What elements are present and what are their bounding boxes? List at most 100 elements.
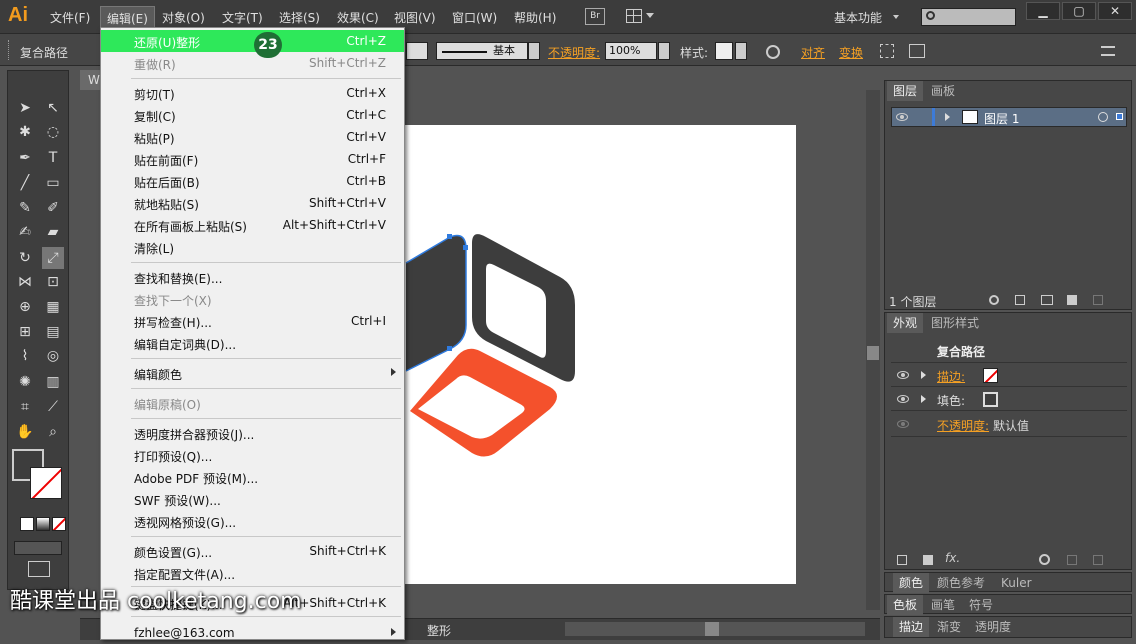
artboard-tool-icon[interactable]: ⌗ [14,396,36,418]
gradient-mode-icon[interactable] [36,517,50,531]
menu-item-assign-profile[interactable]: 指定配置文件(A)... [101,562,404,584]
tab-brushes[interactable]: 画笔 [925,595,961,615]
stroke-color-swatch[interactable] [30,467,62,499]
magic-wand-icon[interactable]: ✱ [14,121,36,143]
isolate-icon[interactable] [880,44,894,58]
workspace-switcher[interactable]: 基本功能 [834,9,882,26]
chevron-down-icon[interactable] [646,13,654,18]
tab-color[interactable]: 颜色 [893,573,930,593]
new-stroke-icon[interactable] [897,555,907,565]
eye-icon[interactable] [897,371,909,379]
tab-symbols[interactable]: 符号 [963,595,999,615]
stroke-label[interactable]: 描边: [937,368,965,385]
panel-menu-icon[interactable] [1101,46,1115,56]
rectangle-tool-icon[interactable]: ▭ [42,172,64,194]
blend-tool-icon[interactable]: ◎ [42,345,64,367]
opacity-input[interactable]: 100% [605,42,657,60]
eye-icon[interactable] [897,395,909,403]
maximize-button[interactable]: ▢ [1062,2,1096,20]
tab-graphic-styles[interactable]: 图形样式 [925,313,985,333]
rotate-tool-icon[interactable]: ↻ [14,247,36,269]
menu-item-paste[interactable]: 粘贴(P) Ctrl+V [101,126,404,148]
fill-swatch[interactable] [983,392,998,407]
menu-item-cut[interactable]: 剪切(T) Ctrl+X [101,82,404,104]
target-icon[interactable] [1098,112,1108,122]
menu-type[interactable]: 文字(T) [222,9,263,26]
anchor-point[interactable] [447,346,452,351]
menu-item-edit-original[interactable]: 编辑原稿(O) [101,392,404,414]
clear-appearance-icon[interactable] [1039,554,1050,565]
menu-item-perspective-presets[interactable]: 透视网格预设(G)... [101,510,404,532]
menu-select[interactable]: 选择(S) [279,9,320,26]
arrange-icon[interactable] [909,44,925,58]
chevron-down-icon[interactable] [658,42,670,60]
minimize-button[interactable]: ▁ [1026,2,1060,20]
stroke-weight-field[interactable] [406,42,428,60]
menu-item-edit-colors[interactable]: 编辑颜色 [101,362,404,384]
arrange-docs-icon[interactable] [626,9,642,23]
chevron-down-icon[interactable] [528,42,540,60]
new-fill-icon[interactable] [923,555,933,565]
transform-link[interactable]: 变换 [839,44,863,61]
menu-item-paste-all-artboards[interactable]: 在所有画板上粘贴(S) Alt+Shift+Ctrl+V [101,214,404,236]
tab-stroke[interactable]: 描边 [893,617,930,637]
tab-layers[interactable]: 图层 [887,81,924,101]
stroke-swatch[interactable] [983,368,998,383]
slice-tool-icon[interactable]: ⟋ [42,396,64,418]
screen-mode-icon[interactable] [28,561,50,577]
shape-left-face[interactable] [406,235,466,372]
style-swatch[interactable] [715,42,733,60]
new-sublayer-icon[interactable] [1041,295,1053,305]
new-layer-icon[interactable] [1067,295,1077,305]
paintbrush-icon[interactable]: ✎ [14,197,36,219]
color-mode-icon[interactable] [20,517,34,531]
menu-item-find-replace[interactable]: 查找和替换(E)... [101,266,404,288]
stroke-row[interactable]: 描边: [891,365,1127,387]
menu-item-swf-presets[interactable]: SWF 预设(W)... [101,488,404,510]
chevron-down-icon[interactable] [893,15,899,19]
hand-tool-icon[interactable]: ✋ [14,421,36,443]
menu-effect[interactable]: 效果(C) [337,9,379,26]
menu-item-redo[interactable]: 重做(R) Shift+Ctrl+Z [101,52,404,74]
layer-row[interactable]: 图层 1 [891,107,1127,127]
menu-item-print-presets[interactable]: 打印预设(Q)... [101,444,404,466]
lasso-icon[interactable]: ◌ [42,121,64,143]
opacity-row[interactable]: 不透明度: 默认值 [891,413,1127,437]
pen-tool-icon[interactable]: ✒ [14,147,36,169]
expand-arrow-icon[interactable] [921,395,926,403]
menu-item-paste-back[interactable]: 贴在后面(B) Ctrl+B [101,170,404,192]
selection-indicator[interactable] [1116,113,1123,120]
menu-item-find-next[interactable]: 查找下一个(X) [101,288,404,310]
symbol-sprayer-icon[interactable]: ✺ [14,371,36,393]
mesh-tool-icon[interactable]: ⊞ [14,321,36,343]
scroll-thumb[interactable] [867,346,879,360]
menu-view[interactable]: 视图(V) [394,9,436,26]
tab-transparency[interactable]: 透明度 [969,617,1017,637]
menu-item-color-settings[interactable]: 颜色设置(G)... Shift+Ctrl+K [101,540,404,562]
locate-icon[interactable] [989,295,999,305]
none-mode-icon[interactable] [52,517,66,531]
blob-brush-icon[interactable]: ✍ [14,221,36,243]
gradient-tool-icon[interactable]: ▤ [42,321,64,343]
perspective-grid-icon[interactable]: ▦ [42,296,64,318]
draw-mode-icon[interactable] [14,541,62,555]
chevron-down-icon[interactable] [735,42,747,60]
menu-item-pdf-presets[interactable]: Adobe PDF 预设(M)... [101,466,404,488]
eye-icon[interactable] [896,113,908,121]
line-tool-icon[interactable]: ╱ [14,172,36,194]
eye-icon[interactable] [897,420,909,428]
width-tool-icon[interactable]: ⋈ [14,271,36,293]
vertical-scrollbar[interactable] [866,90,880,610]
expand-arrow-icon[interactable] [921,371,926,379]
cube-artwork[interactable] [400,225,600,465]
menu-item-clear[interactable]: 清除(L) [101,236,404,258]
trash-icon[interactable] [1093,295,1103,305]
selection-tool-icon[interactable]: ➤ [14,97,36,119]
close-button[interactable]: ✕ [1098,2,1132,20]
zoom-tool-icon[interactable]: ⌕ [42,421,64,443]
direct-selection-tool-icon[interactable]: ↖ [42,97,64,119]
menu-item-copy[interactable]: 复制(C) Ctrl+C [101,104,404,126]
opacity-link[interactable]: 不透明度: [937,417,989,434]
pencil-icon[interactable]: ✐ [42,197,64,219]
menu-item-account[interactable]: fzhlee@163.com [101,622,404,644]
